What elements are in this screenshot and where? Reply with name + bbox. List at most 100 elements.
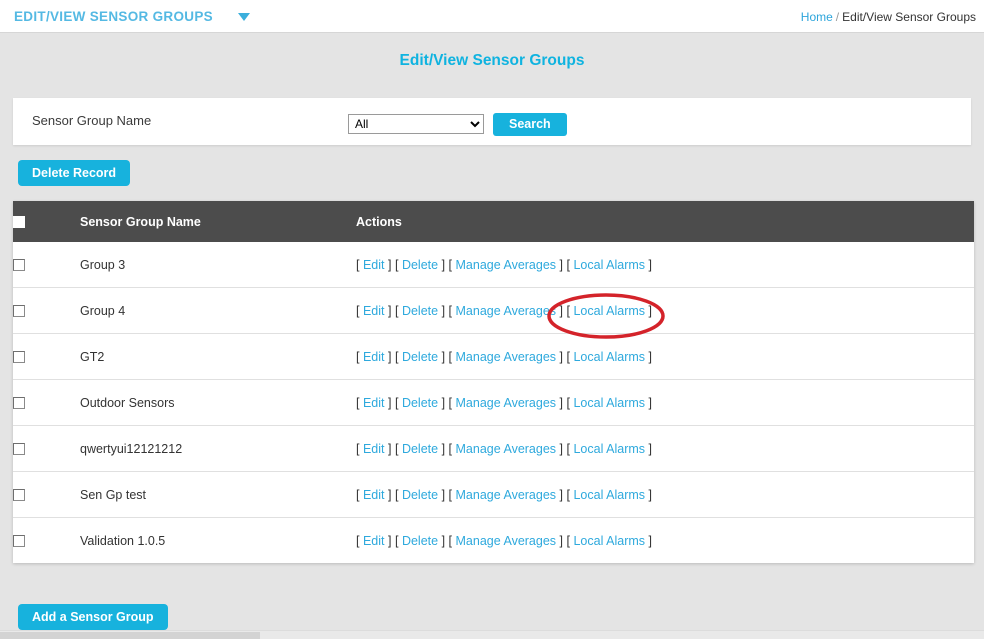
add-sensor-group-button[interactable]: Add a Sensor Group: [18, 604, 168, 630]
bracket-close: ]: [559, 533, 564, 548]
app-section-title: EDIT/VIEW SENSOR GROUPS: [14, 9, 213, 24]
action-manage-averages-link[interactable]: Manage Averages: [456, 488, 557, 502]
bracket-open: [: [394, 395, 399, 410]
bracket-open: [: [566, 303, 570, 318]
row-actions-cell: [ Edit ] [ Delete ] [ Manage Averages ] …: [356, 471, 974, 518]
bracket-open: [: [356, 533, 360, 548]
sensor-group-name-cell: Sen Gp test: [80, 471, 356, 518]
action-local-alarms-link[interactable]: Local Alarms: [573, 258, 645, 272]
bracket-open: [: [566, 349, 570, 364]
bracket-close: ]: [388, 487, 392, 502]
row-actions: [ Edit ] [ Delete ] [ Manage Averages ] …: [356, 396, 652, 410]
bracket-open: [: [448, 349, 453, 364]
row-select-cell: [13, 425, 80, 472]
action-delete-link[interactable]: Delete: [402, 442, 438, 456]
table-body: Group 3[ Edit ] [ Delete ] [ Manage Aver…: [13, 242, 974, 563]
horizontal-scrollbar-thumb[interactable]: [0, 632, 260, 639]
bracket-open: [: [356, 395, 360, 410]
bracket-open: [: [448, 487, 453, 502]
bracket-close: ]: [648, 441, 652, 456]
bracket-close: ]: [559, 349, 564, 364]
row-select-checkbox[interactable]: [13, 305, 25, 318]
bracket-open: [: [356, 487, 360, 502]
bracket-open: [: [566, 533, 570, 548]
action-delete-link[interactable]: Delete: [402, 304, 438, 318]
bracket-open: [: [566, 257, 570, 272]
bracket-open: [: [356, 303, 360, 318]
action-manage-averages-link[interactable]: Manage Averages: [456, 350, 557, 364]
action-edit-link[interactable]: Edit: [363, 258, 385, 272]
row-select-cell: [13, 242, 80, 288]
action-delete-link[interactable]: Delete: [402, 534, 438, 548]
action-edit-link[interactable]: Edit: [363, 442, 385, 456]
bracket-close: ]: [441, 487, 446, 502]
action-manage-averages-link[interactable]: Manage Averages: [456, 304, 557, 318]
bracket-close: ]: [388, 441, 392, 456]
breadcrumb-home-link[interactable]: Home: [801, 10, 833, 24]
row-select-cell: [13, 517, 80, 563]
breadcrumb-current: Edit/View Sensor Groups: [842, 10, 976, 24]
search-button[interactable]: Search: [493, 113, 567, 136]
bracket-close: ]: [441, 257, 446, 272]
row-select-cell: [13, 379, 80, 426]
action-edit-link[interactable]: Edit: [363, 350, 385, 364]
delete-record-button[interactable]: Delete Record: [18, 160, 131, 186]
action-manage-averages-link[interactable]: Manage Averages: [456, 258, 557, 272]
row-actions-cell: [ Edit ] [ Delete ] [ Manage Averages ] …: [356, 287, 974, 334]
action-delete-link[interactable]: Delete: [402, 350, 438, 364]
page-content: Edit/View Sensor Groups Sensor Group Nam…: [0, 34, 984, 632]
action-manage-averages-link[interactable]: Manage Averages: [456, 534, 557, 548]
column-header-actions: Actions: [356, 201, 974, 242]
action-delete-link[interactable]: Delete: [402, 396, 438, 410]
table-row: Group 3[ Edit ] [ Delete ] [ Manage Aver…: [13, 242, 974, 288]
action-manage-averages-link[interactable]: Manage Averages: [456, 442, 557, 456]
bracket-open: [: [448, 395, 453, 410]
row-select-checkbox[interactable]: [13, 489, 25, 502]
action-edit-link[interactable]: Edit: [363, 488, 385, 502]
bracket-close: ]: [388, 395, 392, 410]
bracket-close: ]: [559, 395, 564, 410]
action-local-alarms-link[interactable]: Local Alarms: [573, 442, 645, 456]
sensor-groups-table: Sensor Group Name Actions Group 3[ Edit …: [13, 201, 974, 563]
table-row: Group 4[ Edit ] [ Delete ] [ Manage Aver…: [13, 287, 974, 334]
select-all-checkbox[interactable]: [13, 216, 25, 229]
row-select-checkbox[interactable]: [13, 535, 25, 548]
row-select-checkbox[interactable]: [13, 351, 25, 364]
search-panel: Sensor Group Name All Search: [13, 98, 971, 145]
action-delete-link[interactable]: Delete: [402, 258, 438, 272]
action-edit-link[interactable]: Edit: [363, 396, 385, 410]
row-actions: [ Edit ] [ Delete ] [ Manage Averages ] …: [356, 258, 652, 272]
row-select-checkbox[interactable]: [13, 443, 25, 456]
sensor-group-name-cell: Outdoor Sensors: [80, 379, 356, 426]
sensor-group-name-cell: Group 3: [80, 242, 356, 288]
action-local-alarms-link[interactable]: Local Alarms: [573, 396, 645, 410]
bracket-open: [: [448, 257, 453, 272]
row-select-checkbox[interactable]: [13, 397, 25, 410]
row-actions-cell: [ Edit ] [ Delete ] [ Manage Averages ] …: [356, 242, 974, 288]
bracket-close: ]: [559, 487, 564, 502]
action-edit-link[interactable]: Edit: [363, 304, 385, 318]
bracket-close: ]: [648, 257, 652, 272]
action-local-alarms-link[interactable]: Local Alarms: [573, 304, 645, 318]
horizontal-scrollbar[interactable]: [0, 630, 984, 639]
row-actions: [ Edit ] [ Delete ] [ Manage Averages ] …: [356, 442, 652, 456]
bracket-open: [: [394, 441, 399, 456]
action-local-alarms-link[interactable]: Local Alarms: [573, 350, 645, 364]
action-local-alarms-link[interactable]: Local Alarms: [573, 534, 645, 548]
action-edit-link[interactable]: Edit: [363, 534, 385, 548]
bracket-open: [: [448, 533, 453, 548]
action-local-alarms-link[interactable]: Local Alarms: [573, 488, 645, 502]
bracket-close: ]: [441, 533, 446, 548]
bracket-close: ]: [388, 349, 392, 364]
sensor-group-select[interactable]: All: [348, 114, 484, 134]
table-header: Sensor Group Name Actions: [13, 201, 974, 242]
bracket-open: [: [394, 487, 399, 502]
chevron-down-icon[interactable]: [238, 13, 250, 21]
row-select-checkbox[interactable]: [13, 259, 25, 272]
bracket-close: ]: [648, 533, 652, 548]
bracket-close: ]: [441, 303, 446, 318]
bracket-close: ]: [388, 303, 392, 318]
action-delete-link[interactable]: Delete: [402, 488, 438, 502]
action-manage-averages-link[interactable]: Manage Averages: [456, 396, 557, 410]
row-actions-cell: [ Edit ] [ Delete ] [ Manage Averages ] …: [356, 517, 974, 563]
